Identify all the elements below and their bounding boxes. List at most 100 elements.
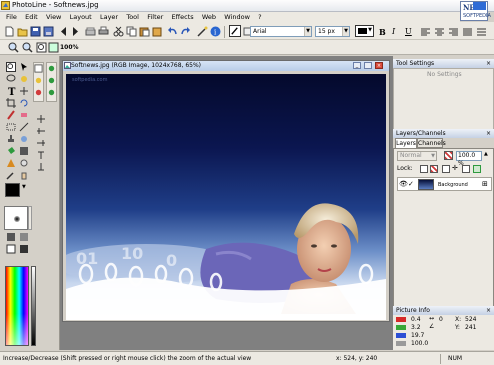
minimize-icon[interactable]: _	[353, 62, 361, 69]
rect-select-tool-icon[interactable]	[6, 122, 16, 132]
tab-channels[interactable]: Channels	[417, 138, 446, 148]
menu-layout[interactable]: Layout	[70, 12, 92, 22]
check-icon[interactable]: ✓	[408, 180, 414, 188]
lock-transparency-checkbox[interactable]	[420, 165, 428, 173]
print-icon[interactable]	[98, 26, 109, 37]
text-tool-pen-icon[interactable]	[229, 25, 241, 37]
rotate-tool-icon[interactable]	[19, 98, 29, 108]
copy-icon[interactable]	[126, 26, 137, 37]
layer-mode-icon[interactable]	[6, 232, 16, 242]
lock-all-checkbox[interactable]	[462, 165, 470, 173]
font-size-select[interactable]: 15 px ▼	[315, 26, 350, 37]
align-tool-icon[interactable]	[36, 162, 46, 172]
crop-tool-icon[interactable]	[6, 98, 16, 108]
align-tool-icon[interactable]	[36, 114, 46, 124]
menu-tool[interactable]: Tool	[126, 12, 139, 22]
move-cross-icon[interactable]: ✛	[452, 164, 458, 172]
eraser-tool-icon[interactable]	[19, 110, 29, 120]
lasso-tool-icon[interactable]	[6, 74, 16, 84]
paste-icon[interactable]	[139, 26, 150, 37]
new-file-icon[interactable]	[4, 26, 15, 37]
lock-position-checkbox[interactable]	[442, 165, 450, 173]
menu-layer[interactable]: Layer	[100, 12, 118, 22]
maximize-icon[interactable]	[364, 62, 372, 69]
menu-edit[interactable]: Edit	[25, 12, 38, 22]
mode-icon[interactable]	[47, 76, 56, 85]
foreground-color-swatch[interactable]	[5, 183, 20, 197]
blend-mode-select[interactable]: Normal ▼	[397, 151, 437, 161]
close-icon[interactable]: ×	[486, 59, 491, 68]
opacity-spinner[interactable]: ▲	[484, 151, 488, 157]
brightness-slider[interactable]	[31, 266, 36, 346]
scan-icon[interactable]	[85, 26, 96, 37]
info-icon[interactable]: i	[210, 26, 221, 37]
text-color-button[interactable]: ▼	[355, 25, 374, 37]
forward-arrow-icon[interactable]	[70, 26, 81, 37]
fit-view-icon[interactable]	[36, 42, 47, 53]
menu-web[interactable]: Web	[202, 12, 216, 22]
paste-new-icon[interactable]	[152, 26, 163, 37]
mode-icon[interactable]	[34, 64, 43, 73]
green-lock-icon[interactable]	[473, 165, 481, 173]
color-picker-spectrum[interactable]	[5, 266, 29, 346]
menu-window[interactable]: Window	[224, 12, 250, 22]
undo-icon[interactable]	[167, 26, 178, 37]
text-direction-icon[interactable]	[476, 27, 487, 38]
cut-icon[interactable]	[113, 26, 124, 37]
wand-tool-icon[interactable]	[19, 74, 29, 84]
mode-icon[interactable]	[34, 76, 43, 85]
underline-button[interactable]: U	[405, 27, 412, 36]
align-right-icon[interactable]	[448, 27, 459, 38]
transform-tool-icon[interactable]	[19, 86, 29, 96]
italic-button[interactable]: I	[392, 27, 395, 36]
close-icon[interactable]: ×	[486, 129, 491, 138]
zoom-100-button[interactable]: 100%	[60, 44, 79, 51]
close-icon[interactable]: ×	[486, 306, 491, 315]
zoom-in-icon[interactable]	[8, 42, 19, 53]
menu-file[interactable]: File	[6, 12, 17, 22]
align-tool-icon[interactable]	[36, 126, 46, 136]
color-dropdown-arrow[interactable]: ▼	[22, 184, 26, 190]
menu-effects[interactable]: Effects	[172, 12, 194, 22]
dodge-tool-icon[interactable]	[19, 158, 29, 168]
open-folder-icon[interactable]	[17, 26, 28, 37]
save-icon[interactable]	[30, 26, 41, 37]
menu-help[interactable]: ?	[258, 12, 261, 22]
fill-tool-icon[interactable]	[6, 146, 16, 156]
close-icon[interactable]: ×	[375, 62, 383, 69]
menu-view[interactable]: View	[46, 12, 61, 22]
zoom-out-icon[interactable]	[22, 42, 33, 53]
wizard-icon[interactable]	[197, 26, 208, 37]
lock-pixels-icon[interactable]	[430, 165, 438, 173]
brush-preview[interactable]	[4, 206, 28, 230]
pen-tool-icon[interactable]	[19, 122, 29, 132]
smudge-tool-icon[interactable]	[19, 134, 29, 144]
move-tool-icon[interactable]	[19, 62, 29, 72]
pipette-tool-icon[interactable]	[6, 170, 16, 180]
font-family-select[interactable]: Arial ▼	[250, 26, 312, 37]
view-mode-icon[interactable]	[19, 244, 29, 254]
save-all-icon[interactable]	[43, 26, 54, 37]
image-canvas[interactable]: softpedia.com 01 10 0	[66, 74, 386, 320]
full-screen-icon[interactable]	[48, 42, 59, 53]
text-tool-icon[interactable]: T	[6, 86, 16, 96]
layer-mode-icon[interactable]	[19, 232, 29, 242]
shape-tool-icon[interactable]	[6, 158, 16, 168]
stamp-tool-icon[interactable]	[6, 134, 16, 144]
align-tool-icon[interactable]	[36, 150, 46, 160]
align-justify-icon[interactable]	[462, 27, 473, 38]
mode-icon[interactable]	[47, 88, 56, 97]
redo-icon[interactable]	[180, 26, 191, 37]
view-mode-icon[interactable]	[6, 244, 16, 254]
brush-tool-icon[interactable]	[6, 110, 16, 120]
layer-link-icon[interactable]: ⊞	[482, 180, 488, 188]
mode-icon[interactable]	[47, 64, 56, 73]
hand-tool-icon[interactable]	[19, 170, 29, 180]
layer-row[interactable]: 👁 ✓ Background ⊞	[397, 177, 492, 191]
tab-layers[interactable]: Layers	[395, 138, 417, 148]
zoom-tool-icon[interactable]	[6, 62, 16, 72]
bold-button[interactable]: B	[379, 27, 386, 37]
opacity-field[interactable]: 100.0 %	[456, 151, 482, 167]
align-tool-icon[interactable]	[36, 138, 46, 148]
gradient-tool-icon[interactable]	[19, 146, 29, 156]
